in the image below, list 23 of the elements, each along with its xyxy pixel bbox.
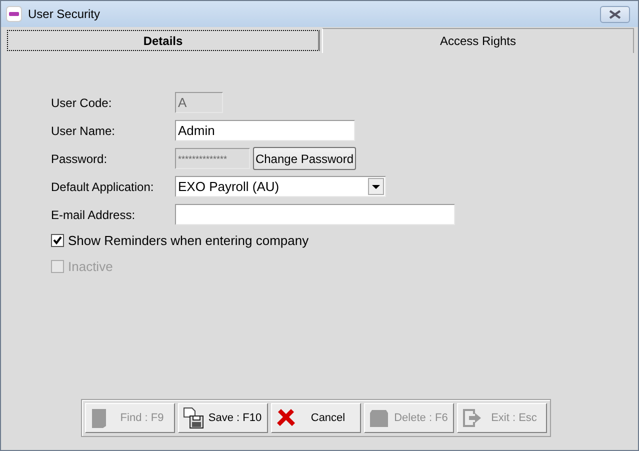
checkbox-label: Show Reminders when entering company [68, 233, 309, 248]
field-label: E-mail Address: [51, 208, 136, 222]
save-icon [182, 407, 204, 429]
text-field[interactable]: Admin [175, 120, 355, 141]
text-field[interactable] [175, 204, 455, 225]
toolbar-button[interactable]: Cancel [270, 403, 360, 433]
close-icon [609, 10, 621, 18]
close-button[interactable] [600, 6, 630, 22]
field-label: Default Application: [51, 180, 155, 194]
field-label: User Name: [51, 124, 116, 138]
window-title: User Security [28, 7, 102, 21]
caret-icon [372, 184, 380, 188]
field-label: User Code: [51, 96, 113, 110]
app-logo-icon [6, 6, 22, 22]
cross-icon [274, 407, 296, 429]
checkbox[interactable] [51, 234, 64, 247]
tab[interactable]: Access Rights [322, 28, 634, 53]
tab[interactable]: Details [7, 30, 320, 51]
field-label: Password: [51, 152, 108, 166]
toolbar-button[interactable]: Save : F10 [178, 403, 268, 433]
checkbox-label: Inactive [68, 259, 113, 274]
exit-icon [460, 407, 482, 429]
dropdown[interactable]: EXO Payroll (AU) [175, 176, 386, 197]
